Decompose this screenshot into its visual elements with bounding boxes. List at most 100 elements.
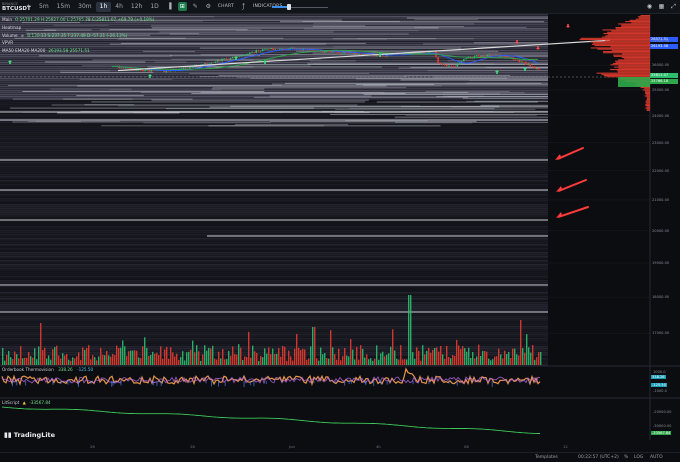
volume-bar — [354, 359, 356, 365]
heatmap-band — [0, 180, 548, 182]
price-axis[interactable]: 26571.51 26193.58 25811.07 25766.18 2700… — [650, 14, 680, 366]
volume-bar — [366, 354, 368, 365]
heatmap-level — [433, 76, 548, 78]
volume-bar — [484, 350, 486, 365]
heatmap-band — [0, 294, 548, 296]
time-tick-08: 08 — [464, 444, 469, 449]
volume-bar — [242, 359, 244, 365]
oscillator-spike — [210, 381, 212, 387]
candle-body — [208, 63, 210, 65]
log-toggle[interactable]: LOG — [634, 455, 643, 460]
volume-bar — [88, 345, 90, 365]
legend-vpvr-label[interactable]: VPVR — [2, 39, 13, 47]
volume-bar — [420, 360, 422, 365]
candle-body — [244, 55, 247, 56]
volume-bar — [282, 345, 284, 365]
volume-bar — [436, 347, 438, 365]
percent-toggle[interactable]: % — [624, 455, 628, 460]
candle-body — [251, 52, 253, 53]
osc-tag-b: -125.50 — [651, 383, 667, 387]
heatmap-band — [0, 278, 548, 280]
volume-bar — [266, 353, 268, 365]
heatmap-band — [0, 280, 548, 282]
volume-bar — [4, 360, 6, 365]
candle-body — [135, 70, 138, 71]
volume-bar — [458, 345, 460, 365]
candle-body — [131, 68, 133, 70]
oscillator-spike — [373, 381, 375, 387]
volume-bar — [374, 358, 376, 365]
candle-body — [520, 61, 523, 63]
heatmap-band — [0, 152, 548, 154]
heatmap-level — [309, 60, 356, 62]
volume-bar — [304, 349, 306, 365]
vpvr-highlight — [618, 77, 650, 87]
heatmap-band — [0, 212, 548, 214]
legend-volume-label[interactable]: Volume — [2, 32, 18, 40]
vpvr-bar — [621, 25, 650, 27]
volume-bar — [340, 360, 342, 365]
volume-bar — [398, 359, 400, 365]
candle-body — [270, 48, 272, 50]
candle-body — [189, 67, 191, 69]
auto-toggle[interactable]: AUTO — [650, 455, 663, 460]
volume-bar — [190, 349, 192, 365]
oscillator-spike — [111, 381, 113, 387]
heatmap-band — [0, 118, 548, 120]
volume-bar — [294, 348, 296, 365]
volume-bar — [394, 350, 396, 365]
templates-button[interactable]: Templates — [535, 455, 558, 460]
volume-bar — [170, 347, 172, 365]
candle-body — [514, 59, 516, 60]
volume-bar — [118, 348, 120, 365]
vpvr-bar — [603, 52, 650, 54]
heatmap-level — [77, 85, 387, 87]
legend-heatmap-label[interactable]: Heatmap — [2, 24, 21, 32]
heatmap-level — [143, 122, 472, 124]
time-axis[interactable]: 26 28 Jun 4h 08 12 — [0, 440, 650, 452]
volume-bar — [466, 351, 468, 365]
heatmap-level — [462, 97, 548, 99]
candle-body — [488, 54, 491, 55]
heatmap-band — [0, 330, 548, 332]
candle-body — [204, 63, 206, 65]
volume-bar — [400, 345, 402, 365]
heatmap-level — [279, 21, 545, 23]
litscript-label[interactable]: LitScript ▲ -33567.84 — [2, 400, 51, 405]
volume-bar — [236, 354, 238, 365]
heatmap-level — [76, 95, 144, 97]
heatmap-level — [50, 88, 132, 90]
volume-bar — [500, 354, 502, 365]
oscillator-spike — [448, 381, 450, 384]
heatmap-level — [403, 75, 548, 77]
heatmap-band — [0, 132, 548, 134]
litscript-title: LitScript — [2, 400, 20, 405]
heatmap-level — [485, 67, 548, 69]
candle-body — [527, 63, 529, 65]
volume-bar — [76, 356, 78, 365]
candle-body — [445, 64, 448, 67]
volume-bar — [314, 327, 316, 365]
volume-bar — [48, 355, 50, 365]
volume-bar — [368, 359, 370, 365]
candle-body — [221, 58, 223, 62]
volume-bar — [62, 353, 64, 365]
volume-bar — [332, 347, 334, 365]
volume-bar — [490, 360, 492, 365]
main-chart[interactable] — [0, 0, 680, 462]
price-tick: 23000.00 — [652, 140, 670, 145]
heatmap-level — [427, 70, 548, 72]
legend-ma-label[interactable]: MA50 EMA20 MA200 — [2, 47, 45, 55]
time-tick-26: 26 — [90, 444, 95, 449]
heatmap-band — [0, 144, 548, 146]
candle-body — [450, 65, 452, 67]
volume-bar — [342, 356, 344, 365]
oscillator-label[interactable]: Orderbook Thermovision 338.26 -125.50 — [2, 367, 93, 372]
candle-body — [238, 56, 240, 57]
volume-bar — [206, 350, 208, 365]
eye-icon[interactable]: ◉ — [21, 32, 25, 40]
volume-bar — [454, 355, 456, 365]
volume-bar — [322, 354, 324, 365]
vpvr-bar — [580, 37, 650, 39]
heatmap-level — [270, 121, 477, 123]
